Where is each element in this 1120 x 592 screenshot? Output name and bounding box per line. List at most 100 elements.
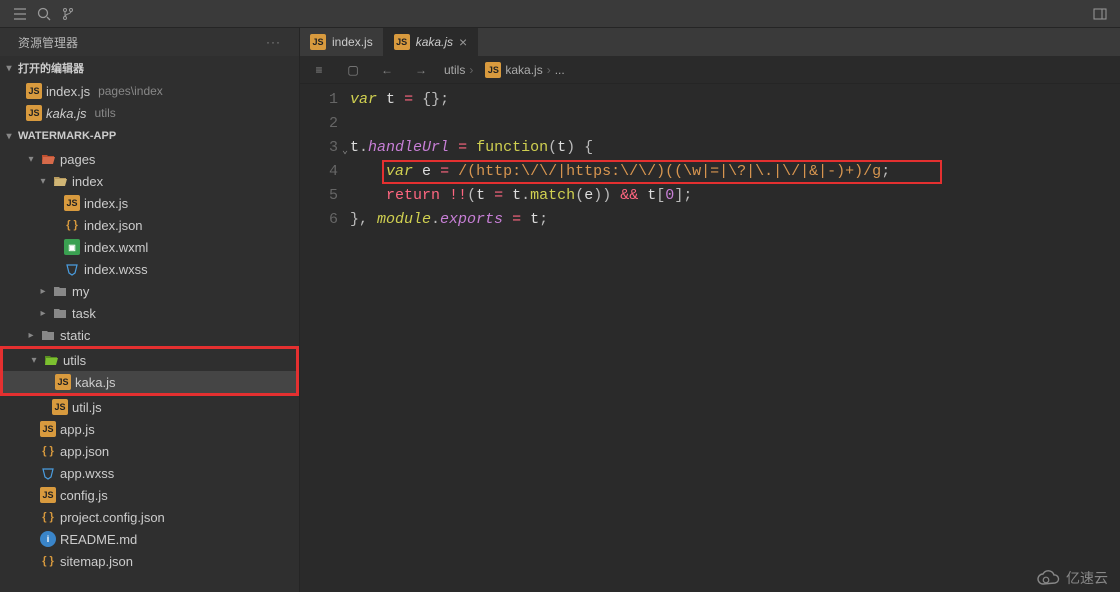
tree-item[interactable]: ▸app.json — [0, 440, 299, 462]
tree-label: index.wxml — [84, 240, 148, 255]
search-icon[interactable] — [32, 2, 56, 26]
file-label: index.js — [46, 84, 90, 99]
tree-label: project.config.json — [60, 510, 165, 525]
tree-item[interactable]: ▾ utils — [3, 349, 296, 371]
chevron-right-icon[interactable]: ▸ — [38, 286, 48, 296]
list-icon[interactable]: ≡ — [308, 63, 330, 77]
open-editor-item[interactable]: JSkaka.jsutils — [0, 102, 299, 124]
explorer-title[interactable]: 资源管理器 ··· — [0, 28, 299, 56]
tree-item[interactable]: ▸index.wxss — [0, 258, 299, 280]
wxss-icon — [40, 465, 56, 481]
tree-label: app.json — [60, 444, 109, 459]
code-line[interactable]: var t = {}; — [350, 88, 1120, 112]
json-icon — [64, 217, 80, 233]
tree-item[interactable]: ▸iREADME.md — [0, 528, 299, 550]
tree-label: index.json — [84, 218, 143, 233]
top-toolbar — [0, 0, 1120, 28]
more-icon[interactable]: ··· — [266, 35, 281, 49]
breadcrumb-folder[interactable]: utils › — [444, 63, 473, 77]
file-path: pages\index — [98, 84, 163, 98]
menu-icon[interactable] — [8, 2, 32, 26]
code-line[interactable]: return !!(t = t.match(e)) && t[0]; — [350, 184, 1120, 208]
breadcrumb-file[interactable]: JS kaka.js › ... — [485, 62, 564, 78]
chevron-down-icon[interactable]: ▾ — [38, 176, 48, 186]
breadcrumb: ≡ ▢ ← → utils › JS kaka.js › ... — [300, 56, 1120, 84]
wxml-icon: ▣ — [64, 239, 80, 255]
json-icon — [40, 553, 56, 569]
chevron-down-icon[interactable]: ▾ — [26, 154, 36, 164]
bookmark-icon[interactable]: ▢ — [342, 63, 364, 77]
tree-label: task — [72, 306, 96, 321]
file-path: utils — [94, 106, 115, 120]
tree-item[interactable]: ▸JSindex.js — [0, 192, 299, 214]
editor-area: JS index.js JSkaka.js× ≡ ▢ ← → utils › JS … — [300, 28, 1120, 592]
json-icon — [40, 509, 56, 525]
close-icon[interactable]: × — [459, 34, 467, 50]
tree-item[interactable]: ▸ task — [0, 302, 299, 324]
open-editor-item[interactable]: JS index.js pages\index — [0, 80, 299, 102]
tree-item[interactable]: ▸sitemap.json — [0, 550, 299, 572]
tree-label: index — [72, 174, 103, 189]
tree-item[interactable]: ▾ index — [0, 170, 299, 192]
tree-item[interactable]: ▸ static — [0, 324, 299, 346]
branch-icon[interactable] — [56, 2, 80, 26]
chevron-right-icon[interactable]: ▸ — [38, 308, 48, 318]
line-number: 2 — [300, 112, 338, 136]
code-line[interactable]: t.handleUrl = function(t) { — [350, 136, 1120, 160]
tree-item[interactable]: ▸JSapp.js — [0, 418, 299, 440]
tree-item[interactable]: ▸ my — [0, 280, 299, 302]
tree-label: static — [60, 328, 90, 343]
tree-label: utils — [63, 353, 86, 368]
js-icon: JS — [40, 487, 56, 503]
info-icon: i — [40, 531, 56, 547]
watermark: 亿速云 — [1036, 568, 1108, 588]
nav-back-icon[interactable]: ← — [376, 63, 398, 77]
tree-item[interactable]: ▾ pages — [0, 148, 299, 170]
line-number: 4 — [300, 160, 338, 184]
cloud-icon — [1036, 569, 1062, 587]
tree-label: pages — [60, 152, 95, 167]
tree-label: app.wxss — [60, 466, 114, 481]
tab-label: index.js — [332, 35, 373, 49]
tree-label: README.md — [60, 532, 137, 547]
tree-item[interactable]: ▸▣index.wxml — [0, 236, 299, 258]
chevron-down-icon: ▾ — [4, 63, 14, 73]
tree-label: index.wxss — [84, 262, 148, 277]
open-editors-header[interactable]: ▾ 打开的编辑器 — [0, 56, 299, 80]
code-line[interactable]: var e = /(http:\/\/|https:\/\/)((\w|=|\?… — [350, 160, 1120, 184]
project-header[interactable]: ▾ WATERMARK-APP — [0, 124, 299, 148]
tree-item[interactable]: ▸project.config.json — [0, 506, 299, 528]
editor-tab[interactable]: JS index.js — [300, 28, 384, 56]
tree-item[interactable]: ▸JSutil.js — [0, 396, 299, 418]
tree-label: my — [72, 284, 89, 299]
code-editor[interactable]: 123⌄456 var t = {};t.handleUrl = functio… — [300, 84, 1120, 592]
tree-label: util.js — [72, 400, 102, 415]
code-line[interactable] — [350, 112, 1120, 136]
sidebar: 资源管理器 ··· ▾ 打开的编辑器 JS index.js pages\index… — [0, 28, 300, 592]
tree-item[interactable]: ▸index.json — [0, 214, 299, 236]
file-label: kaka.js — [46, 106, 86, 121]
nav-fwd-icon[interactable]: → — [410, 63, 432, 77]
tree-label: sitemap.json — [60, 554, 133, 569]
folder-icon — [52, 283, 68, 299]
tree-item[interactable]: ▸app.wxss — [0, 462, 299, 484]
fold-marker-icon[interactable]: ⌄ — [342, 140, 348, 164]
editor-tabs: JS index.js JSkaka.js× — [300, 28, 1120, 56]
editor-tab[interactable]: JSkaka.js× — [384, 28, 479, 56]
js-icon: JS — [26, 83, 42, 99]
code-line[interactable]: }, module.exports = t; — [350, 208, 1120, 232]
tree-item[interactable]: ▸JSconfig.js — [0, 484, 299, 506]
json-icon — [40, 443, 56, 459]
panel-right-icon[interactable] — [1088, 2, 1112, 26]
line-number: 5 — [300, 184, 338, 208]
js-icon: JS — [310, 34, 326, 50]
js-icon: JS — [394, 34, 410, 50]
chevron-down-icon[interactable]: ▾ — [29, 355, 39, 365]
folder-pages-icon — [40, 151, 56, 167]
chevron-down-icon: ▾ — [4, 131, 14, 141]
js-icon: JS — [485, 62, 501, 78]
js-icon: JS — [52, 399, 68, 415]
chevron-right-icon[interactable]: ▸ — [26, 330, 36, 340]
tree-label: config.js — [60, 488, 108, 503]
tree-item[interactable]: ▸JSkaka.js — [3, 371, 296, 393]
